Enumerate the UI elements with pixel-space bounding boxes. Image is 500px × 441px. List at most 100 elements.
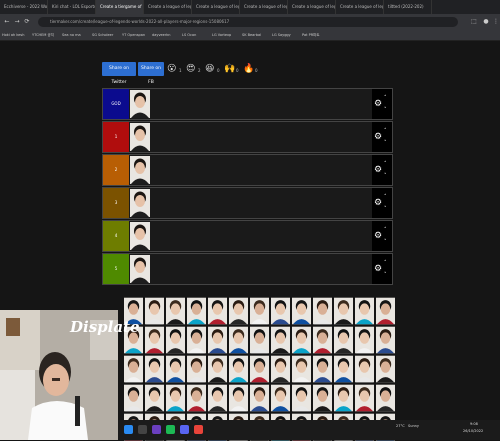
tab-5[interactable]: Create a league of lego [240,0,288,14]
player-card[interactable] [229,326,248,354]
gear-icon[interactable]: ⚙ [374,164,382,176]
player-card[interactable] [166,326,185,354]
tab-8[interactable]: tiltted (2022-202) [384,0,432,14]
gear-icon[interactable]: ⚙ [374,263,382,275]
player-card[interactable] [334,326,353,354]
chevron-down-icon[interactable]: ˅ [384,107,387,113]
player-card[interactable] [334,297,353,325]
player-card[interactable] [376,326,395,354]
chevron-down-icon[interactable]: ˅ [384,140,387,146]
player-card[interactable] [187,326,206,354]
player-card[interactable] [376,355,395,383]
bookmark-6[interactable]: LS Ocon [180,30,210,40]
bookmark-1[interactable]: YTCHEM 공지 [30,30,60,40]
bookmark-8[interactable]: SK Bearbal [240,30,270,40]
back-icon[interactable]: ← [3,18,11,26]
gear-icon[interactable]: ⚙ [374,197,382,209]
player-card[interactable] [229,297,248,325]
tier-label[interactable]: 1 [103,122,129,152]
reaction-3-icon[interactable]: 🙌 [224,62,235,76]
player-card[interactable] [187,355,206,383]
chevron-up-icon[interactable]: ˄ [384,194,387,200]
player-card[interactable] [355,326,374,354]
player-card[interactable] [187,384,206,412]
player-card[interactable] [229,355,248,383]
bookmark-10[interactable]: Pat PR파트 [300,30,330,40]
player-card[interactable] [271,297,290,325]
twitch-icon[interactable] [152,425,161,434]
player-card[interactable] [187,297,206,325]
player-card[interactable] [355,355,374,383]
player-card[interactable] [166,297,185,325]
player-card[interactable] [355,297,374,325]
player-card[interactable] [292,384,311,412]
player-card[interactable] [208,297,227,325]
player-card[interactable] [130,90,150,118]
player-card[interactable] [145,326,164,354]
gear-icon[interactable]: ⚙ [374,230,382,242]
gear-icon[interactable]: ⚙ [374,131,382,143]
bookmark-9[interactable]: LG Sayggy [270,30,300,40]
chevron-down-icon[interactable]: ˅ [384,173,387,179]
gear-icon[interactable]: ⚙ [374,98,382,110]
player-card[interactable] [313,326,332,354]
bookmark-3[interactable]: SG Scholeer [90,30,120,40]
player-card[interactable] [130,123,150,151]
tab-0[interactable]: Ecchiverse - 2022 Worlds [0,0,48,14]
player-card[interactable] [271,355,290,383]
chevron-up-icon[interactable]: ˄ [384,161,387,167]
menu-icon[interactable]: ⋮ [492,18,500,26]
chevron-down-icon[interactable]: ˅ [384,239,387,245]
player-card[interactable] [376,384,395,412]
bookmark-0[interactable]: Hoki ah kesh [0,30,30,40]
url-field[interactable]: tiermaker.com/create/league-of-legends-w… [38,17,458,27]
tier-label[interactable]: 5 [103,254,129,284]
player-card[interactable] [313,384,332,412]
player-card[interactable] [145,384,164,412]
reaction-4-icon[interactable]: 🔥 [243,62,254,76]
reaction-0-icon[interactable]: 😮 [167,62,176,76]
spotify-icon[interactable] [166,425,175,434]
start-icon[interactable] [124,425,133,434]
player-card[interactable] [166,384,185,412]
player-card[interactable] [250,297,269,325]
player-card[interactable] [334,355,353,383]
player-card[interactable] [271,384,290,412]
chevron-down-icon[interactable]: ˅ [384,206,387,212]
tier-label[interactable]: 3 [103,188,129,218]
tier-label[interactable]: 4 [103,221,129,251]
player-card[interactable] [208,326,227,354]
player-card[interactable] [130,189,150,217]
bookmark-4[interactable]: YT Openspan [120,30,150,40]
chevron-up-icon[interactable]: ˄ [384,227,387,233]
bookmark-5[interactable]: dayveerkn [150,30,180,40]
tab-4[interactable]: Create a league of lego [192,0,240,14]
player-card[interactable] [250,355,269,383]
chevron-down-icon[interactable]: ˅ [384,272,387,278]
player-card[interactable] [292,355,311,383]
player-card[interactable] [271,326,290,354]
player-card[interactable] [166,355,185,383]
player-card[interactable] [208,384,227,412]
tab-6[interactable]: Create a league of lego [288,0,336,14]
chevron-up-icon[interactable]: ˄ [384,95,387,101]
forward-icon[interactable]: → [13,18,21,26]
reload-icon[interactable]: ⟳ [23,18,31,26]
tab-7[interactable]: Create a league of lego [336,0,384,14]
share-fb-button[interactable]: Share on FB [138,62,164,85]
player-card[interactable] [145,355,164,383]
reaction-1-icon[interactable]: 😍 [186,62,195,76]
player-card[interactable] [313,355,332,383]
search-icon[interactable] [138,425,147,434]
player-card[interactable] [292,326,311,354]
player-card[interactable] [355,384,374,412]
extensions-icon[interactable]: ⬚ [470,18,478,26]
player-card[interactable] [334,384,353,412]
tab-1[interactable]: Kiri chat - LOL Esports [48,0,96,14]
player-card[interactable] [124,355,143,383]
tier-label[interactable]: 2 [103,155,129,185]
profile-icon[interactable]: ● [482,18,490,26]
player-card[interactable] [130,222,150,250]
tab-3[interactable]: Create a league of lego [144,0,192,14]
player-card[interactable] [250,326,269,354]
